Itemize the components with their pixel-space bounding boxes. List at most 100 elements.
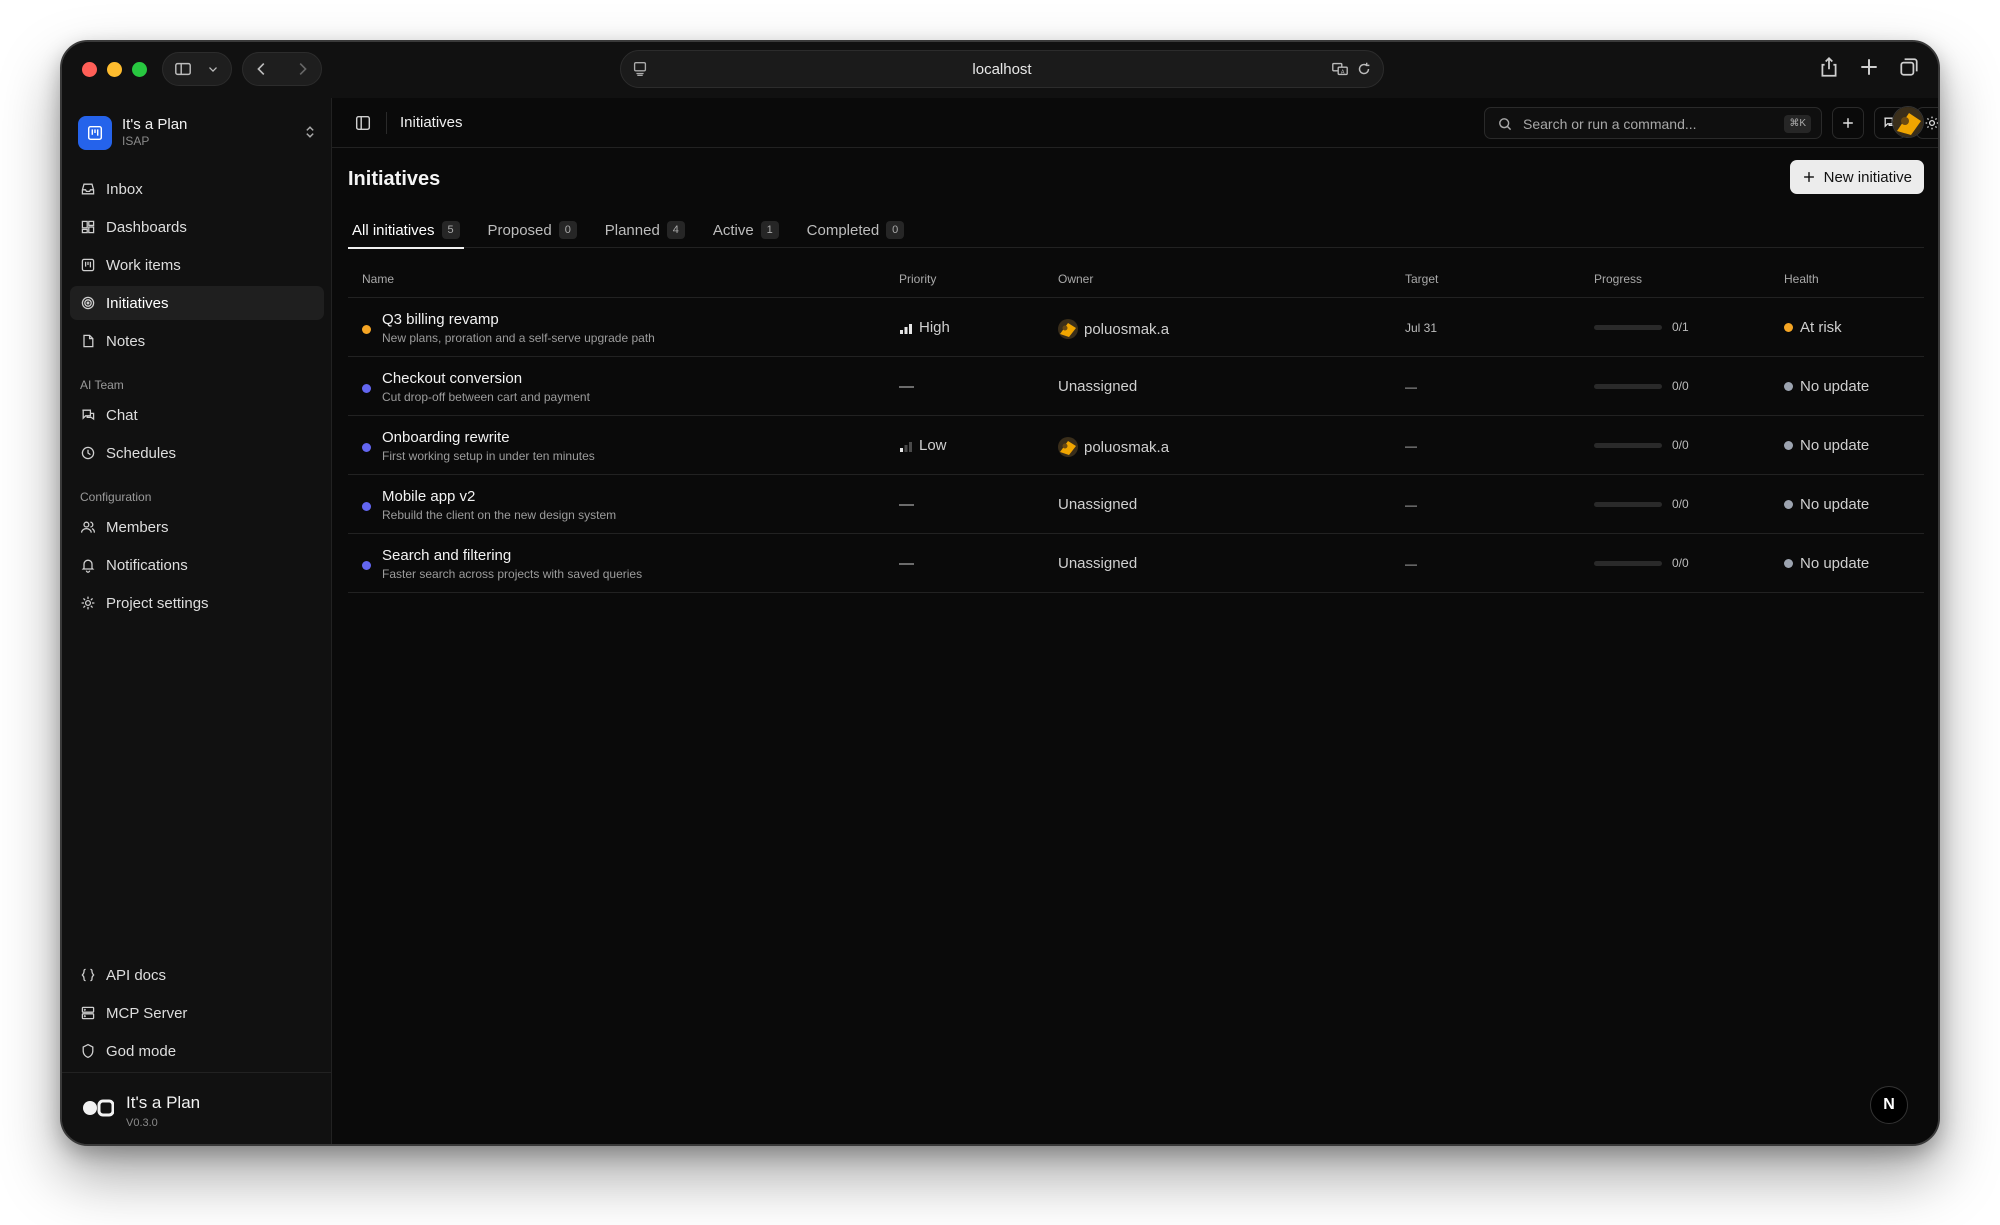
maximize-window-button[interactable]: [132, 62, 147, 77]
progress-count: 0/0: [1672, 379, 1689, 393]
progress-count: 0/0: [1672, 497, 1689, 511]
owner-cell[interactable]: Unassigned: [1058, 378, 1137, 395]
progress-cell: 0/0: [1594, 438, 1689, 452]
address-bar[interactable]: localhost A: [620, 50, 1384, 88]
section-heading-configuration: Configuration: [80, 490, 152, 504]
tab-active[interactable]: Active 1: [709, 212, 783, 248]
sidebar-item-inbox[interactable]: Inbox: [70, 172, 324, 206]
health-cell[interactable]: No update: [1784, 378, 1869, 395]
column-header-priority[interactable]: Priority: [899, 272, 936, 286]
sidebar-item-notes[interactable]: Notes: [70, 324, 324, 358]
sidebar-item-dashboards[interactable]: Dashboards: [70, 210, 324, 244]
tab-proposed[interactable]: Proposed 0: [484, 212, 581, 248]
tab-overview-icon[interactable]: [1898, 56, 1920, 78]
column-header-target[interactable]: Target: [1405, 272, 1438, 286]
table-row[interactable]: Search and filtering Faster search across…: [348, 534, 1924, 593]
owner-cell[interactable]: Unassigned: [1058, 496, 1137, 513]
priority-bars-icon: [900, 323, 912, 334]
tab-completed[interactable]: Completed 0: [803, 212, 909, 248]
devtools-badge-button[interactable]: N: [1870, 1086, 1908, 1124]
note-icon: [83, 334, 94, 348]
url-text: localhost: [972, 61, 1032, 78]
sidebar-item-members[interactable]: Members: [70, 510, 324, 544]
column-header-name[interactable]: Name: [362, 272, 394, 286]
priority-cell[interactable]: —: [899, 555, 914, 572]
initiative-title[interactable]: Mobile app v2: [382, 488, 475, 505]
table-row[interactable]: Onboarding rewrite First working setup in…: [348, 416, 1924, 475]
health-cell[interactable]: No update: [1784, 496, 1869, 513]
forward-arrow-icon[interactable]: [293, 60, 311, 78]
close-window-button[interactable]: [82, 62, 97, 77]
target-date[interactable]: —: [1405, 557, 1417, 571]
table-row[interactable]: Checkout conversion Cut drop-off between …: [348, 357, 1924, 416]
target-date[interactable]: —: [1405, 380, 1417, 394]
priority-cell[interactable]: —: [899, 496, 914, 513]
command-search-input[interactable]: Search or run a command... ⌘K: [1484, 107, 1822, 139]
braces-icon: [81, 968, 95, 982]
table-row[interactable]: Q3 billing revamp New plans, proration an…: [348, 298, 1924, 357]
priority-cell[interactable]: High: [899, 319, 950, 336]
status-dot: [362, 325, 371, 334]
new-tab-icon[interactable]: [1858, 56, 1880, 78]
health-cell[interactable]: No update: [1784, 437, 1869, 454]
create-button[interactable]: [1832, 107, 1864, 139]
translate-icon[interactable]: A: [1331, 60, 1349, 78]
priority-label: High: [919, 319, 950, 336]
sidebar-item-project-settings[interactable]: Project settings: [70, 586, 324, 620]
target-date[interactable]: —: [1405, 498, 1417, 512]
browser-window: localhost A It's a Plan ISAP Inbox Dashb…: [60, 40, 1940, 1146]
sidebar-item-initiatives[interactable]: Initiatives: [70, 286, 324, 320]
workspace-switcher[interactable]: It's a Plan ISAP: [78, 114, 318, 154]
target-date[interactable]: Jul 31: [1405, 321, 1437, 335]
kanban-icon: [81, 258, 95, 272]
sidebar-item-god-mode[interactable]: God mode: [70, 1034, 324, 1068]
search-icon: [1499, 118, 1512, 131]
owner-name: poluosmak.a: [1084, 438, 1170, 456]
minimize-window-button[interactable]: [107, 62, 122, 77]
column-header-health[interactable]: Health: [1784, 272, 1819, 286]
health-cell[interactable]: At risk: [1784, 319, 1842, 336]
priority-cell[interactable]: —: [899, 378, 914, 395]
owner-cell[interactable]: poluosmak.a: [1058, 437, 1169, 457]
user-avatar[interactable]: [1892, 106, 1924, 138]
initiative-title[interactable]: Checkout conversion: [382, 370, 522, 387]
table-row[interactable]: Mobile app v2 Rebuild the client on the n…: [348, 475, 1924, 534]
initiative-description: New plans, proration and a self-serve up…: [382, 331, 655, 345]
progress-cell: 0/0: [1594, 556, 1689, 570]
sidebar-item-chat[interactable]: Chat: [70, 398, 324, 432]
back-arrow-icon[interactable]: [253, 60, 271, 78]
owner-avatar: [1058, 437, 1078, 457]
column-header-progress[interactable]: Progress: [1594, 272, 1642, 286]
tab-label: Completed: [806, 221, 880, 239]
sidebar-item-work-items[interactable]: Work items: [70, 248, 324, 282]
sidebar-item-api-docs[interactable]: API docs: [70, 958, 324, 992]
main-content: Initiatives Search or run a command... ⌘…: [332, 98, 1938, 1144]
tab-planned[interactable]: Planned 4: [601, 212, 689, 248]
priority-cell[interactable]: Low: [899, 437, 947, 454]
health-label: No update: [1800, 378, 1870, 395]
initiative-title[interactable]: Onboarding rewrite: [382, 429, 510, 446]
sidebar: It's a Plan ISAP Inbox Dashboards Work i…: [62, 98, 332, 1144]
health-cell[interactable]: No update: [1784, 555, 1869, 572]
sidebar-item-mcp-server[interactable]: MCP Server: [70, 996, 324, 1030]
owner-cell[interactable]: poluosmak.a: [1058, 319, 1169, 339]
tab-all-initiatives[interactable]: All initiatives 5: [348, 212, 464, 249]
reload-icon[interactable]: [1355, 60, 1373, 78]
status-dot: [362, 561, 371, 570]
priority-label: —: [899, 496, 914, 513]
target-date[interactable]: —: [1405, 439, 1417, 453]
owner-cell[interactable]: Unassigned: [1058, 555, 1137, 572]
bell-icon: [81, 559, 95, 573]
sidebar-item-label: Work items: [106, 256, 181, 274]
sidebar-item-schedules[interactable]: Schedules: [70, 436, 324, 470]
share-icon[interactable]: [1818, 56, 1840, 78]
new-initiative-button[interactable]: New initiative: [1789, 160, 1924, 194]
browser-sidebar-icon: [175, 62, 191, 76]
column-header-owner[interactable]: Owner: [1058, 272, 1093, 286]
initiative-title[interactable]: Search and filtering: [382, 547, 511, 564]
sidebar-toggle-button[interactable]: [162, 52, 232, 86]
toggle-sidebar-icon[interactable]: [354, 114, 372, 132]
progress-cell: 0/1: [1594, 320, 1689, 334]
sidebar-item-notifications[interactable]: Notifications: [70, 548, 324, 582]
initiative-title[interactable]: Q3 billing revamp: [382, 311, 499, 328]
